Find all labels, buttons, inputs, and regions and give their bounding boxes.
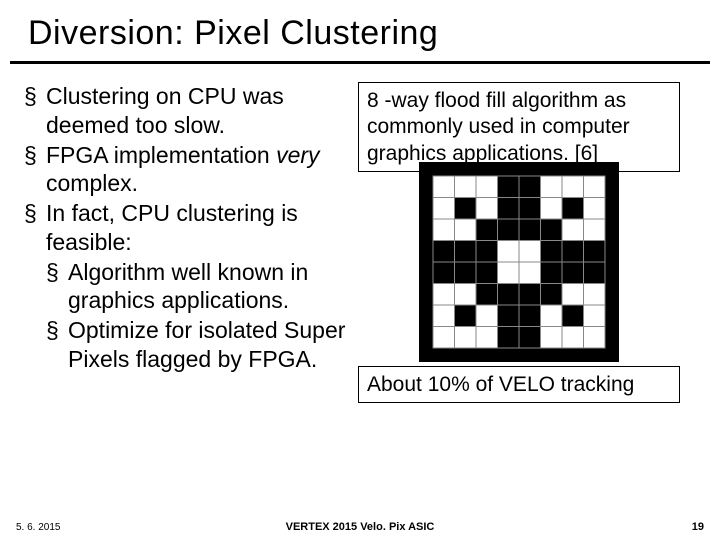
- footer-page: 19: [692, 521, 704, 533]
- bullet-2-ital: very: [276, 142, 319, 168]
- pixel-grid-image: [419, 162, 619, 362]
- bullet-2-pre: FPGA implementation: [46, 142, 276, 168]
- footer-mid: VERTEX 2015 Velo. Pix ASIC: [286, 521, 435, 533]
- right-column: 8 -way flood fill algorithm as commonly …: [358, 82, 680, 403]
- bullet-3: In fact, CPU clustering is feasible:: [24, 199, 348, 257]
- bullet-list-area: Clustering on CPU was deemed too slow. F…: [18, 82, 348, 403]
- sub-bullet-1: Algorithm well known in graphics applica…: [46, 258, 348, 316]
- bullet-2: FPGA implementation very complex.: [24, 141, 348, 199]
- content-area: Clustering on CPU was deemed too slow. F…: [0, 82, 720, 403]
- footer: 5. 6. 2015 VERTEX 2015 Velo. Pix ASIC 19: [0, 515, 720, 533]
- sub-bullet-2: Optimize for isolated Super Pixels flagg…: [46, 316, 348, 374]
- algorithm-box: 8 -way flood fill algorithm as commonly …: [358, 82, 680, 172]
- slide-title: Diversion: Pixel Clustering: [10, 0, 710, 64]
- bullet-2-post: complex.: [46, 170, 138, 196]
- bullet-1: Clustering on CPU was deemed too slow.: [24, 82, 348, 140]
- stat-box: About 10% of VELO tracking: [358, 366, 680, 403]
- footer-date: 5. 6. 2015: [16, 522, 60, 533]
